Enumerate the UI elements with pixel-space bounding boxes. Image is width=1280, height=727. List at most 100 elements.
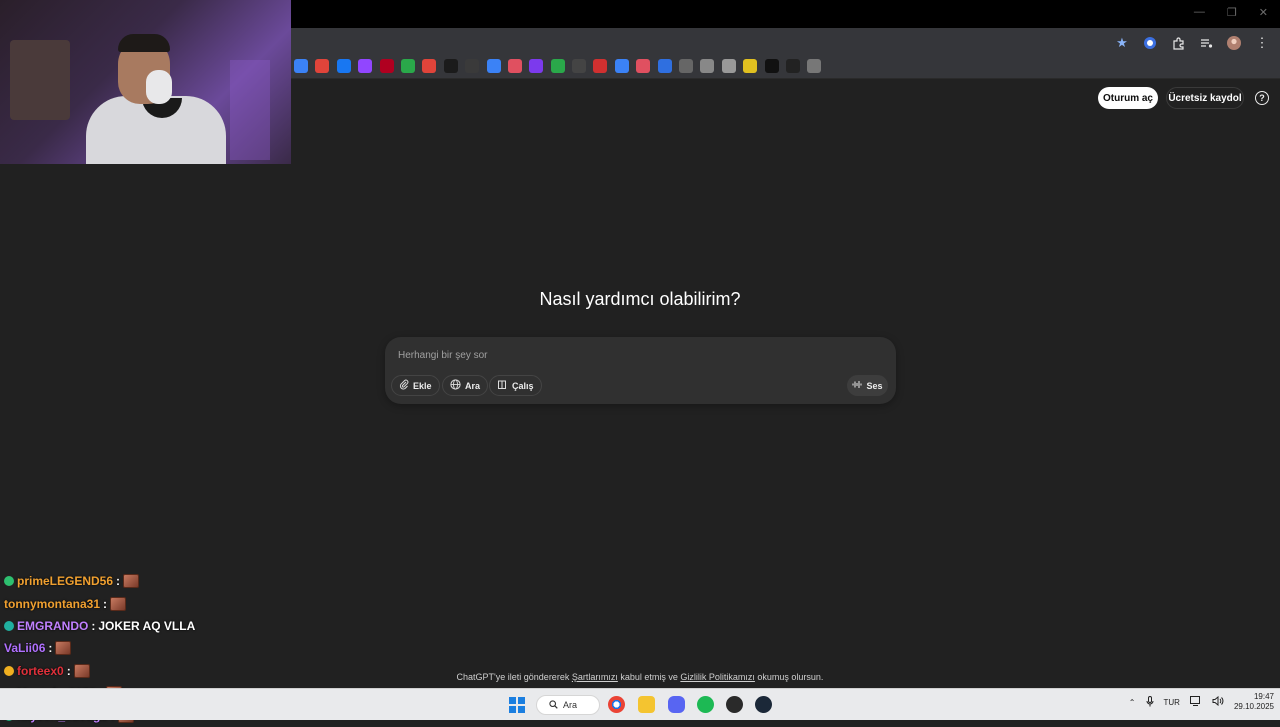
paperclip-icon: [399, 379, 409, 393]
url-field[interactable]: [294, 31, 1140, 53]
windows-start-icon[interactable]: [509, 697, 525, 713]
search-label: Ara: [465, 380, 481, 391]
bookmark-favicon-icon[interactable]: [593, 59, 608, 73]
chat-message: tonnymontana31 :: [4, 592, 195, 614]
bookmarks-list: [294, 59, 822, 73]
media-control-icon[interactable]: [1198, 35, 1214, 51]
bookmark-favicon-icon[interactable]: [294, 59, 308, 73]
minimize-button[interactable]: —: [1194, 6, 1205, 19]
bookmark-favicon-icon[interactable]: [550, 59, 565, 73]
system-tray: ⌃ TUR 19:47 29.10.2025: [1129, 692, 1274, 712]
chat-emote-icon: [123, 574, 140, 589]
menu-kebab-icon[interactable]: ⋮: [1254, 35, 1270, 51]
profile-avatar-icon[interactable]: [1226, 35, 1242, 51]
signup-button[interactable]: Ücretsiz kaydol: [1166, 87, 1244, 109]
book-icon: [497, 379, 508, 393]
chrome-taskbar-icon[interactable]: [608, 696, 625, 713]
chat-text: JOKER AQ VLLA: [98, 618, 196, 633]
bookmark-favicon-icon[interactable]: [657, 59, 672, 73]
close-button[interactable]: ✕: [1259, 6, 1268, 19]
chat-message: EMGRANDO : JOKER AQ VLLA: [4, 615, 195, 637]
file-explorer-icon[interactable]: [638, 696, 655, 713]
taskbar-search[interactable]: Ara: [536, 695, 600, 715]
page-title: Nasıl yardımcı olabilirim?: [539, 289, 741, 309]
clock-date: 29.10.2025: [1233, 702, 1274, 711]
volume-icon[interactable]: [1212, 695, 1224, 708]
chat-username: forteex0: [17, 663, 64, 678]
bookmark-favicon-icon[interactable]: [379, 59, 394, 73]
chat-badge-icon: [4, 665, 14, 676]
study-button[interactable]: Çalış: [489, 375, 542, 396]
discord-icon[interactable]: [668, 696, 685, 713]
restore-button[interactable]: ❐: [1227, 6, 1237, 19]
bookmark-favicon-icon[interactable]: [465, 59, 480, 73]
webcam-overlay: [0, 0, 291, 164]
voice-wave-icon: [852, 380, 862, 391]
bookmark-favicon-icon[interactable]: [422, 59, 437, 73]
footer-suffix: okumuş olursun.: [754, 672, 824, 682]
bookmark-favicon-icon[interactable]: [721, 59, 736, 73]
bookmark-star-icon[interactable]: ★: [1114, 35, 1130, 51]
bookmark-favicon-icon[interactable]: [807, 59, 822, 73]
clock-time: 19:47: [1253, 692, 1274, 701]
microphone-icon[interactable]: [1146, 695, 1154, 709]
bookmark-favicon-icon[interactable]: [315, 59, 330, 73]
chat-username: EMGRANDO: [17, 618, 89, 633]
clock[interactable]: 19:47 29.10.2025: [1234, 692, 1274, 712]
chat-emote-icon: [55, 641, 72, 656]
taskbar-search-label: Ara: [563, 700, 578, 710]
bookmark-favicon-icon[interactable]: [614, 59, 629, 73]
chat-username: primeLEGEND56: [17, 574, 114, 589]
login-button[interactable]: Oturum aç: [1098, 87, 1158, 109]
background-shelf: [10, 40, 70, 120]
chevron-up-icon[interactable]: ⌃: [1129, 698, 1136, 707]
bookmark-favicon-icon[interactable]: [743, 59, 758, 73]
chat-message: forteex0 :: [4, 660, 195, 682]
bookmark-favicon-icon[interactable]: [785, 59, 800, 73]
bookmark-favicon-icon[interactable]: [529, 59, 544, 73]
chat-message: VaLii06 :: [4, 637, 195, 659]
chat-separator: :: [116, 574, 121, 589]
headphones: [146, 70, 172, 104]
globe-icon: [450, 378, 461, 393]
bookmark-favicon-icon[interactable]: [636, 59, 651, 73]
bookmark-favicon-icon[interactable]: [700, 59, 715, 73]
terms-link[interactable]: Şartlarımızı: [572, 672, 618, 682]
study-label: Çalış: [512, 380, 534, 391]
prompt-composer: Ekle Ara Çalış Ses: [385, 337, 896, 404]
bookmark-favicon-icon[interactable]: [443, 59, 458, 73]
window-controls: — ❐ ✕: [1194, 6, 1268, 19]
bookmark-favicon-icon[interactable]: [336, 59, 351, 73]
privacy-link[interactable]: Gizlilik Politikamızı: [680, 672, 755, 682]
extension-badge-icon[interactable]: [1142, 35, 1158, 51]
attach-button[interactable]: Ekle: [391, 375, 440, 396]
background-light: [230, 60, 270, 160]
chat-separator: :: [48, 641, 53, 656]
chat-username: VaLii06: [4, 641, 46, 656]
bookmark-favicon-icon[interactable]: [572, 59, 587, 73]
obs-icon[interactable]: [726, 696, 743, 713]
chat-badge-icon: [4, 576, 14, 587]
network-icon[interactable]: [1189, 696, 1202, 708]
search-button[interactable]: Ara: [442, 375, 489, 396]
help-icon[interactable]: ?: [1255, 91, 1269, 105]
steam-icon[interactable]: [755, 696, 772, 713]
bookmark-favicon-icon[interactable]: [486, 59, 501, 73]
chat-badge-icon: [4, 620, 14, 631]
toolbar-icons: ★ ⋮: [1114, 34, 1270, 52]
bookmark-favicon-icon[interactable]: [358, 59, 373, 73]
bookmark-favicon-icon[interactable]: [507, 59, 522, 73]
language-indicator[interactable]: TUR: [1164, 698, 1180, 707]
bookmark-favicon-icon[interactable]: [764, 59, 779, 73]
attach-label: Ekle: [413, 380, 432, 391]
voice-label: Ses: [866, 380, 883, 391]
bookmark-favicon-icon[interactable]: [400, 59, 415, 73]
chat-emote-icon: [73, 663, 90, 678]
extensions-puzzle-icon[interactable]: [1170, 35, 1186, 51]
bookmark-favicon-icon[interactable]: [679, 59, 694, 73]
prompt-input[interactable]: [398, 347, 878, 363]
spotify-icon[interactable]: [697, 696, 714, 713]
voice-button[interactable]: Ses: [847, 375, 888, 396]
chat-message: primeLEGEND56 :: [4, 570, 195, 592]
streamer-hair: [118, 34, 170, 52]
